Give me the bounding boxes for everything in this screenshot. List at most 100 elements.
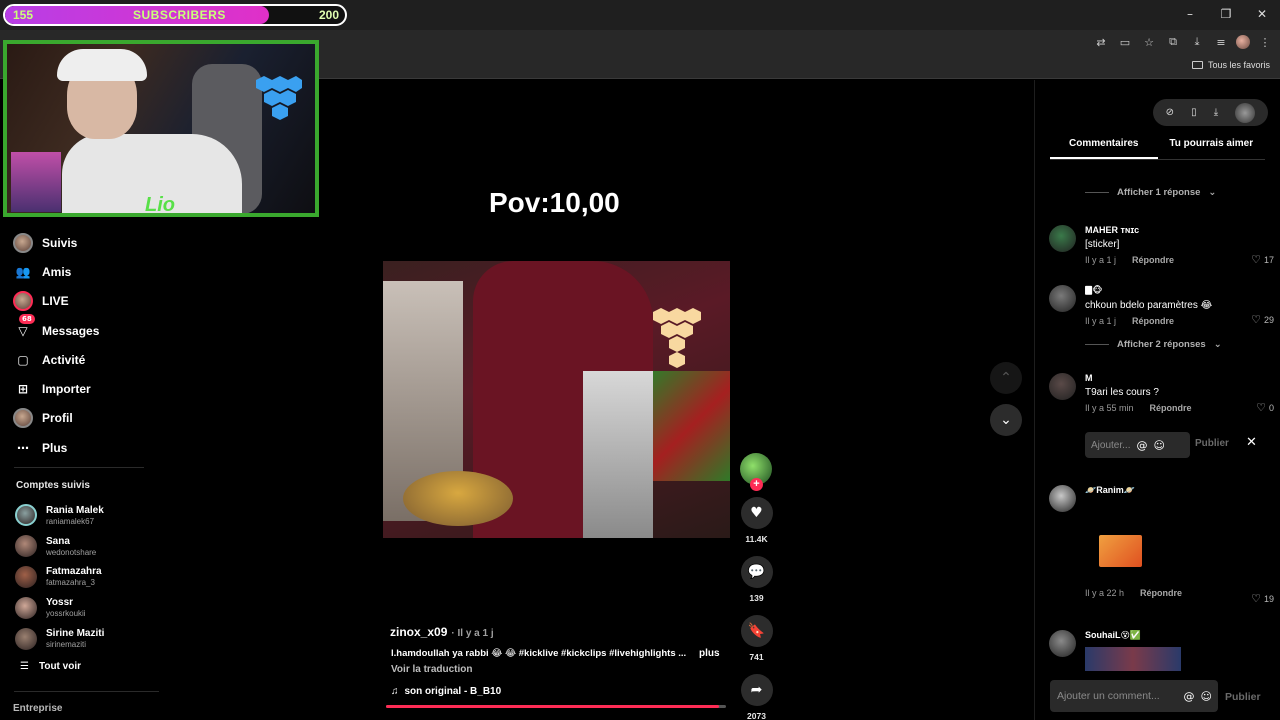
see-all-link[interactable]: ☰ Tout voir xyxy=(20,661,81,672)
like-icon[interactable]: ♥ xyxy=(740,497,773,529)
comment-like[interactable]: ♡ 19 xyxy=(1251,592,1274,605)
avatar[interactable] xyxy=(1049,485,1076,512)
comment-media[interactable] xyxy=(1085,647,1181,671)
avatar[interactable] xyxy=(1049,630,1076,657)
close-icon[interactable]: ✕ xyxy=(1246,435,1257,450)
sidebar-item-live[interactable]: LIVE xyxy=(13,287,163,316)
comment-author[interactable]: 🀫🐵 xyxy=(1085,285,1275,296)
show-replies-1[interactable]: Afficher 1 réponse ⌄ xyxy=(1085,187,1216,198)
avatar xyxy=(15,627,37,650)
all-favorites[interactable]: Tous les favoris xyxy=(1191,60,1270,70)
window-controls: – ❐ ✕ xyxy=(1172,0,1280,30)
sidebar-divider xyxy=(14,467,144,468)
followed-account[interactable]: Sirine Maziti sirinemaziti xyxy=(15,623,165,654)
mention-icon[interactable]: @ xyxy=(1136,439,1147,452)
sidebar-item-importer[interactable]: ⊞ Importer xyxy=(13,374,163,403)
translate-icon[interactable]: ⇄ xyxy=(1092,33,1110,51)
publish-button[interactable]: Publier xyxy=(1225,691,1261,703)
comment-icon[interactable]: 💬 xyxy=(740,556,773,588)
mention-icon[interactable]: @ xyxy=(1184,690,1195,703)
comment-like[interactable]: ♡ 17 xyxy=(1251,253,1274,266)
comment-sticker xyxy=(1099,535,1142,567)
user-avatar[interactable] xyxy=(1235,102,1256,123)
followed-account[interactable]: Fatmazahra fatmazahra_3 xyxy=(15,562,165,593)
share-count: 2073 xyxy=(747,711,766,720)
reply-button[interactable]: Répondre xyxy=(1132,316,1174,326)
comment-time: Il y a 22 h xyxy=(1085,588,1125,598)
avatar[interactable] xyxy=(1049,225,1076,252)
followed-account[interactable]: Sana wedonotshare xyxy=(15,531,165,562)
avatar xyxy=(13,291,33,312)
reply-button[interactable]: Répondre xyxy=(1132,255,1174,265)
emoji-icon[interactable]: ☺ xyxy=(1201,690,1212,703)
avatar[interactable] xyxy=(1049,285,1076,312)
author-name[interactable]: zinox_x09 xyxy=(390,625,447,639)
comment-time: Il y a 1 j xyxy=(1085,316,1117,326)
webcam-cap xyxy=(57,49,147,81)
comment-body: MAHER ᴛɴɪᴄ [sticker] Il y a 1 j Répondre xyxy=(1085,225,1275,265)
reply-button[interactable]: Répondre xyxy=(1140,588,1182,598)
comment-author[interactable]: 🪐Ranim🪐 xyxy=(1085,485,1275,496)
comment-author[interactable]: M xyxy=(1085,373,1275,383)
like-count: 17 xyxy=(1263,254,1274,265)
reply-placeholder: Ajouter... xyxy=(1091,439,1131,451)
star-icon[interactable]: ☆ xyxy=(1140,33,1158,51)
sidebar-item-suivis[interactable]: Suivis xyxy=(13,228,163,257)
compass-icon[interactable]: ⊘ xyxy=(1166,107,1174,118)
bookmark-count: 741 xyxy=(749,652,764,662)
download-icon[interactable]: ⤓ xyxy=(1214,107,1218,118)
share-icon[interactable]: ➦ xyxy=(740,674,773,706)
sidebar-item-messages[interactable]: ▽ 68 Messages xyxy=(13,313,163,345)
like-count: 11.4K xyxy=(745,534,768,544)
avatar xyxy=(15,596,37,619)
emoji-icon[interactable]: ☺ xyxy=(1153,439,1164,452)
share-action: ➦ 2073 xyxy=(740,674,773,720)
comment-author[interactable]: MAHER ᴛɴɪᴄ xyxy=(1085,225,1275,235)
close-window-button[interactable]: ✕ xyxy=(1244,0,1280,28)
sidebar-item-amis[interactable]: 👥 Amis xyxy=(13,257,163,286)
extensions-icon[interactable]: ⧉ xyxy=(1164,33,1182,51)
reply-button[interactable]: Répondre xyxy=(1150,403,1192,413)
reply-input[interactable]: Ajouter... @ ☺ xyxy=(1085,432,1190,458)
phone-icon[interactable]: ▯ xyxy=(1191,107,1197,118)
sidebar-divider-bottom xyxy=(14,691,159,692)
reply-publish-button[interactable]: Publier xyxy=(1195,438,1229,449)
reply-line xyxy=(1085,192,1109,193)
sidebar-item-profil[interactable]: Profil xyxy=(13,404,163,433)
comment-like[interactable]: ♡ 29 xyxy=(1251,313,1274,326)
followed-account[interactable]: Rania Malek raniamalek67 xyxy=(15,500,165,531)
sound-link[interactable]: ♫ son original - B_B10 xyxy=(391,686,501,697)
comment-like[interactable]: ♡ 0 xyxy=(1256,401,1274,414)
caption-more-button[interactable]: plus xyxy=(699,648,720,659)
comment-body: M T9ari les cours ? Il y a 55 min Répondre xyxy=(1085,373,1275,413)
comment-author[interactable]: SouhaiL😵✅ xyxy=(1085,630,1275,641)
video-player[interactable] xyxy=(383,261,730,538)
restore-button[interactable]: ❐ xyxy=(1208,0,1244,28)
sidebar-item-plus[interactable]: ⋯ Plus xyxy=(13,433,163,462)
follow-plus-icon[interactable]: + xyxy=(750,478,763,491)
menu-icon[interactable]: ⋮ xyxy=(1256,33,1274,51)
sidebar-item-label: Activité xyxy=(42,352,86,367)
tab-suggestions[interactable]: Tu pourrais aimer xyxy=(1158,138,1266,159)
bookmark-icon[interactable]: 🔖 xyxy=(740,615,773,647)
panel-toolbar: ⊘ ▯ ⤓ xyxy=(1153,99,1268,126)
hexagon-lights xyxy=(256,76,302,120)
creator-avatar[interactable]: + xyxy=(740,453,772,491)
video-progress[interactable] xyxy=(386,705,726,708)
entreprise-link[interactable]: Entreprise xyxy=(13,703,62,714)
profile-avatar[interactable] xyxy=(1236,35,1250,49)
media-icon[interactable]: ≡ xyxy=(1212,33,1230,51)
heart-icon: ♡ xyxy=(1251,253,1261,266)
minimize-button[interactable]: – xyxy=(1172,0,1208,28)
show-replies-2[interactable]: Afficher 2 réponses ⌄ xyxy=(1085,339,1222,350)
comment-input[interactable]: Ajouter un comment... @ ☺ xyxy=(1050,680,1218,712)
translate-link[interactable]: Voir la traduction xyxy=(391,664,473,675)
next-video-button[interactable]: ⌄ xyxy=(990,404,1022,436)
avatar[interactable] xyxy=(1049,373,1076,400)
followed-account[interactable]: Yossr yossrkoukii xyxy=(15,592,165,623)
tab-comments[interactable]: Commentaires xyxy=(1050,138,1158,159)
previous-video-button[interactable]: ⌃ xyxy=(990,362,1022,394)
sidebar-item-activite[interactable]: ▢ Activité xyxy=(13,345,163,374)
screen-icon[interactable]: ▭ xyxy=(1116,33,1134,51)
download-icon[interactable]: ⤓ xyxy=(1188,33,1206,51)
